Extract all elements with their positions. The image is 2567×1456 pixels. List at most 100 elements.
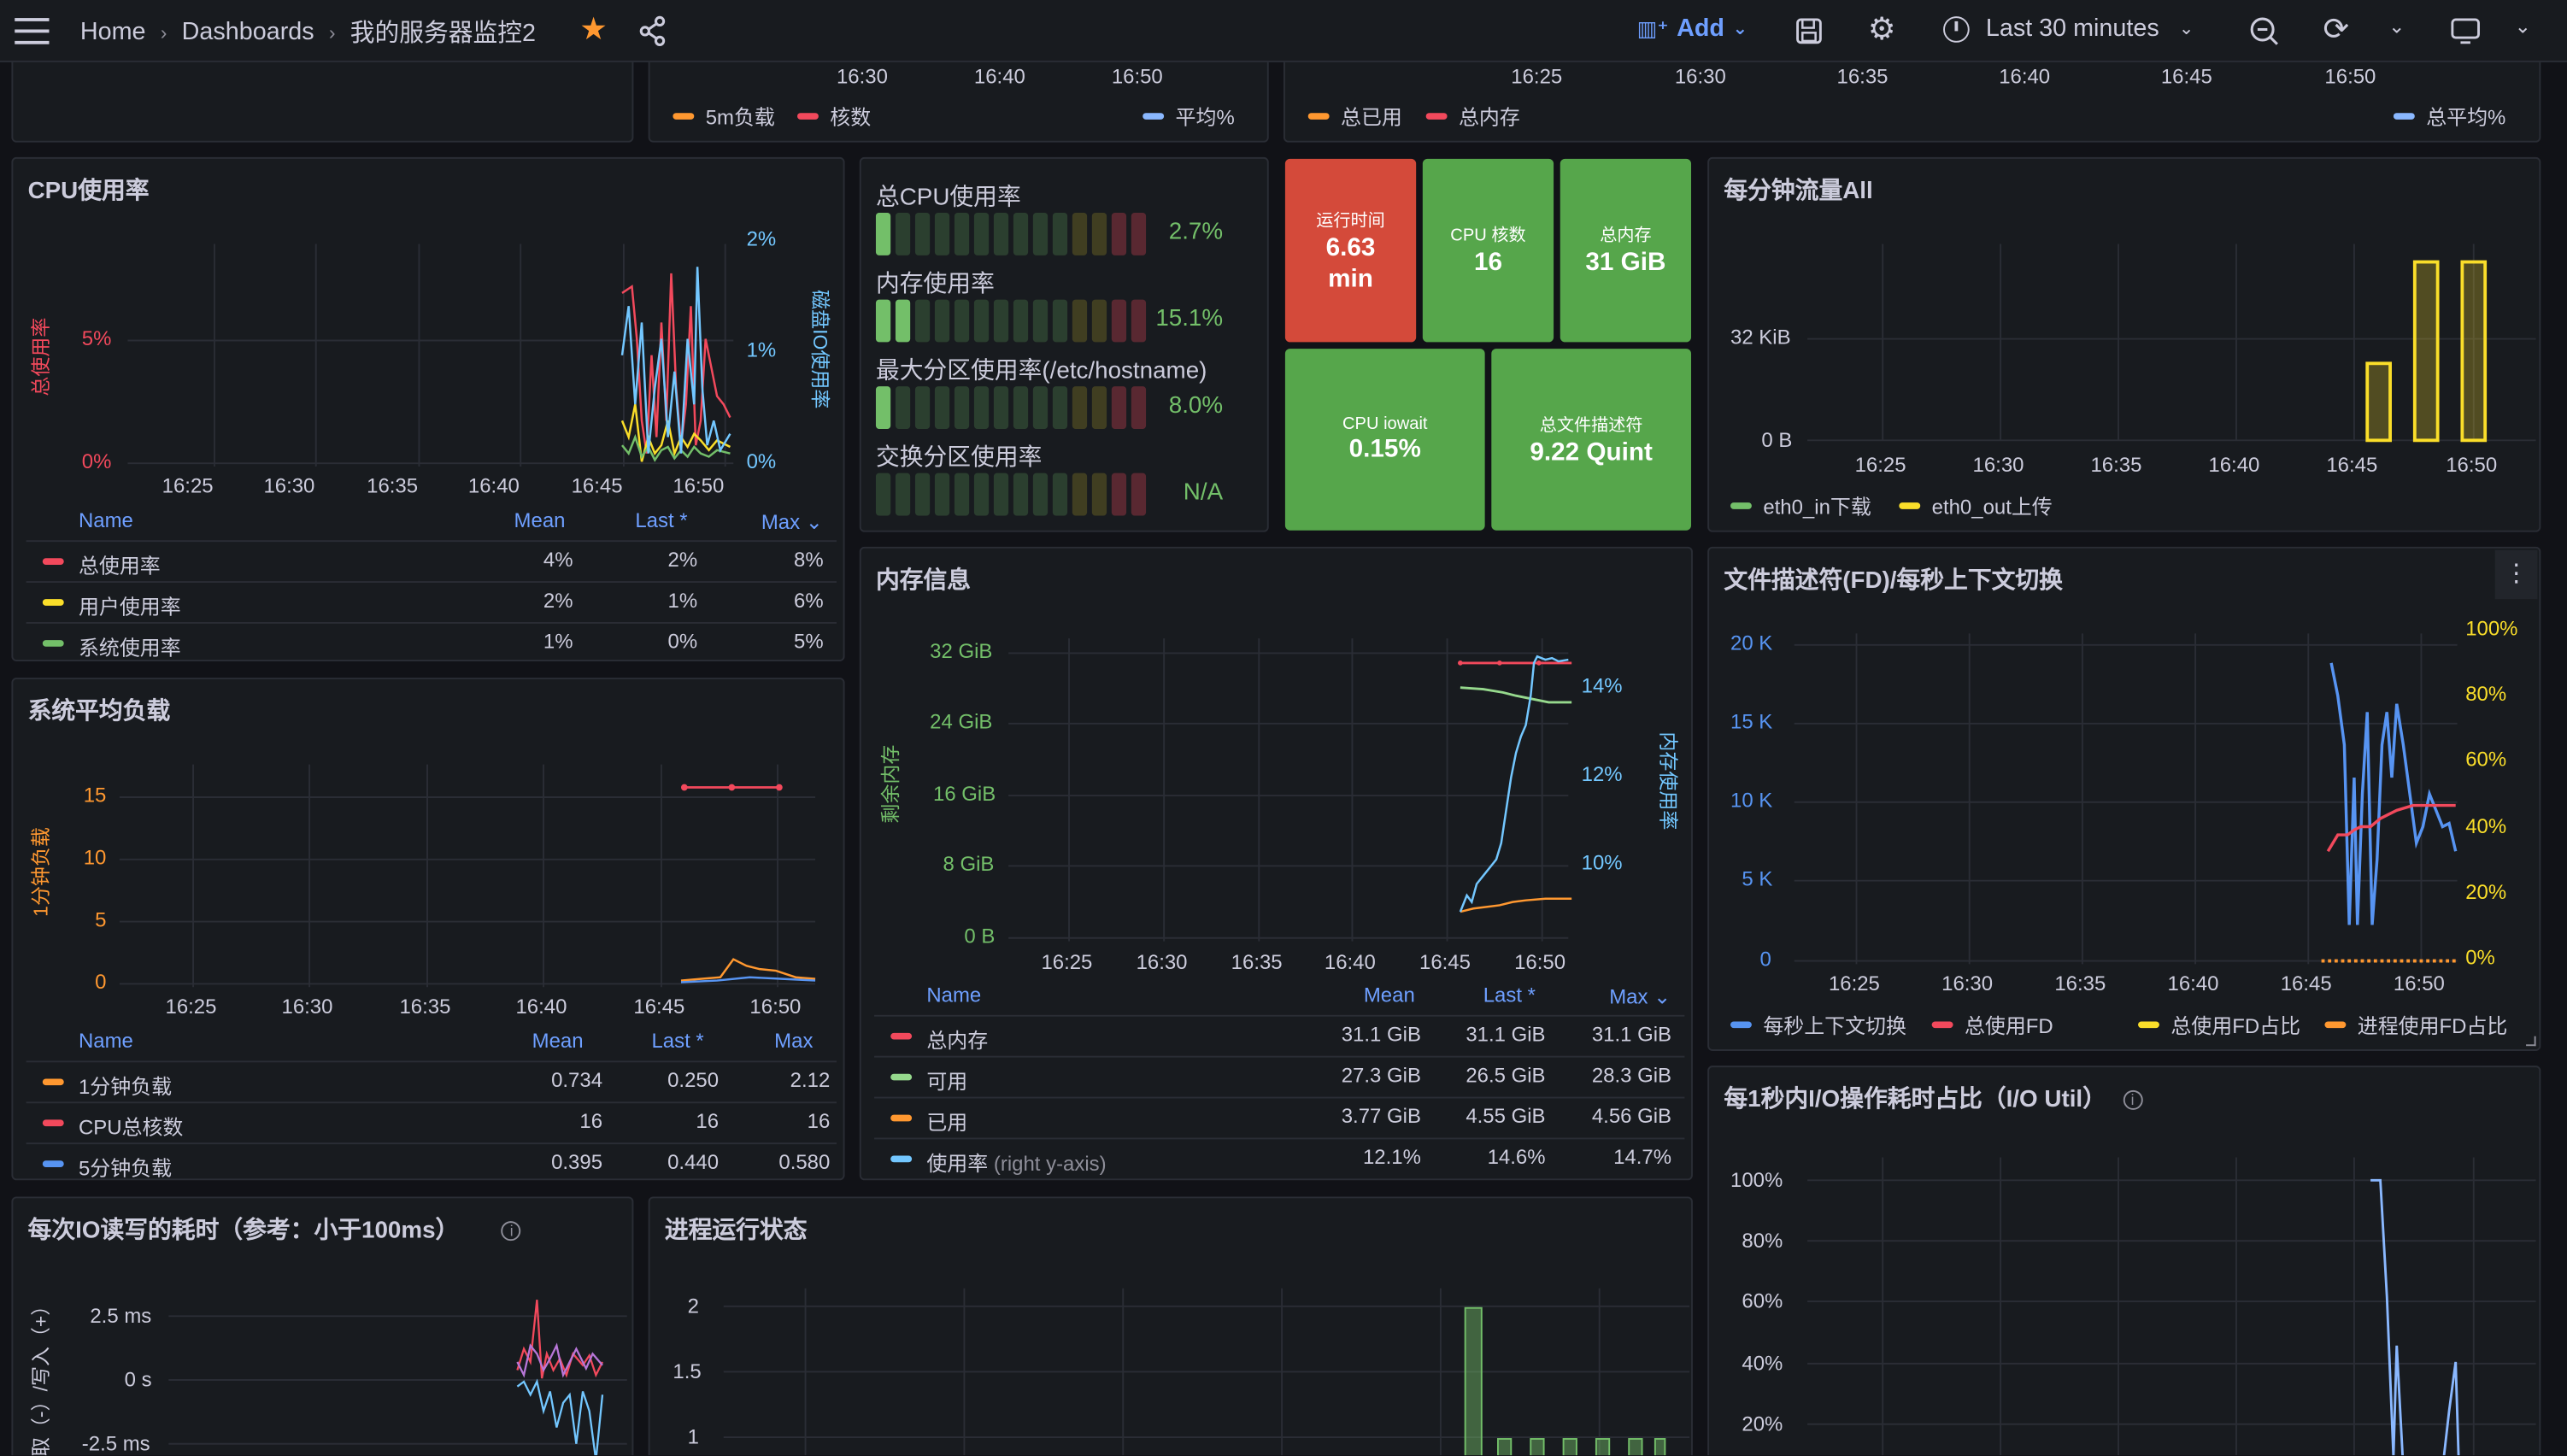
breadcrumb-home[interactable]: Home <box>80 18 146 46</box>
bargauge-cell <box>1091 473 1107 516</box>
panel-io-latency: 每次IO读写的耗时（参考：小于100ms） i 2.5 ms 0 s -2.5 m… <box>11 1196 634 1456</box>
y-tick: 2.5 ms <box>90 1304 152 1328</box>
legend-row[interactable]: 5分钟负载 0.395 0.440 0.580 <box>26 1142 837 1178</box>
legend-row[interactable]: 使用率 (right y-axis) 12.1% 14.6% 14.7% <box>874 1137 1685 1178</box>
breadcrumb-dashboards[interactable]: Dashboards <box>182 18 314 46</box>
bargauge-value: 15.1% <box>1155 306 1224 332</box>
resize-handle[interactable] <box>2526 1036 2536 1047</box>
zoom-out-icon[interactable] <box>2249 16 2278 45</box>
x-tick: 16:50 <box>1111 65 1163 89</box>
legend-header-mean[interactable]: Mean <box>532 1030 584 1053</box>
bargauge-value: 8.0% <box>1168 392 1224 420</box>
legend-row[interactable]: 用户使用率 2% 1% 6% <box>26 581 837 622</box>
legend-header-mean[interactable]: Mean <box>514 509 566 532</box>
stat-cpu-iowait[interactable]: CPU iowait 0.15% <box>1284 349 1485 531</box>
legend-item[interactable]: 总内存 <box>1425 100 1520 131</box>
bargauge-cell <box>954 213 970 255</box>
legend-item[interactable]: eth0_in下载 <box>1730 490 1871 520</box>
legend-header-last[interactable]: Last * <box>1483 983 1536 1007</box>
x-tick: 16:45 <box>571 474 623 498</box>
y-axis-label: 剩余内存 <box>878 744 902 824</box>
save-icon[interactable] <box>1796 18 1823 44</box>
y-tick: 12% <box>1581 762 1623 786</box>
bargauge-cell <box>1013 473 1029 516</box>
star-icon[interactable]: ★ <box>579 11 608 49</box>
traffic-bar <box>2412 260 2440 443</box>
legend-table: Name Mean Last * Max 1分钟负载 0.734 0.250 2… <box>26 1026 837 1178</box>
procs-bar <box>1530 1438 1545 1456</box>
x-tick: 16:35 <box>399 995 451 1019</box>
y-tick: 60% <box>1742 1289 1783 1313</box>
y-tick: 0 B <box>964 925 996 948</box>
y-axis-label: 总使用率 <box>29 317 53 396</box>
y-tick: 32 GiB <box>930 640 993 663</box>
legend-row[interactable]: 已用 3.77 GiB 4.55 GiB 4.56 GiB <box>874 1096 1685 1138</box>
legend-item[interactable]: 核数 <box>796 100 871 131</box>
legend-header-max[interactable]: Max <box>774 1030 813 1053</box>
x-tick: 16:30 <box>1972 453 2024 477</box>
series-line-write <box>516 1300 604 1379</box>
bargauge-cell <box>875 473 891 516</box>
y-tick: 0 <box>1759 948 1771 972</box>
view-chevron-icon[interactable]: ⌄ <box>2515 15 2531 38</box>
legend-row[interactable]: 总使用率 4% 2% 8% <box>26 540 837 581</box>
y-tick: 10% <box>1581 851 1623 875</box>
legend-header-name[interactable]: Name <box>926 983 981 1007</box>
legend-item[interactable]: 平均% <box>1143 100 1235 131</box>
legend-item[interactable]: 总已用 <box>1307 100 1402 131</box>
legend-header-mean[interactable]: Mean <box>1364 983 1415 1007</box>
legend-header-last[interactable]: Last * <box>635 509 687 532</box>
bargauge-cell <box>1052 386 1068 429</box>
x-tick: 16:40 <box>467 474 520 498</box>
menu-icon[interactable] <box>15 18 50 44</box>
legend-header-max[interactable]: Max ⌄ <box>1609 983 1671 1008</box>
stat-total-fd[interactable]: 总文件描述符 9.22 Quint <box>1491 349 1692 531</box>
refresh-interval-chevron-icon[interactable]: ⌄ <box>2388 15 2405 38</box>
time-picker[interactable]: Last 30 minutes ⌄ <box>1943 15 2194 43</box>
y-tick: 16 GiB <box>933 782 996 806</box>
gear-icon[interactable]: ⚙ <box>1868 11 1896 49</box>
share-icon[interactable] <box>638 15 667 47</box>
legend-header-name[interactable]: Name <box>79 1030 133 1053</box>
bargauge-cells <box>875 386 1147 429</box>
stat-uptime[interactable]: 运行时间 6.63 min <box>1284 158 1417 343</box>
bargauge-cell <box>1091 213 1107 255</box>
bargauge-cell <box>1032 386 1049 429</box>
bargauge-cell <box>1052 213 1068 255</box>
legend-item[interactable]: 总使用FD <box>1931 1008 2053 1039</box>
legend-item[interactable]: eth0_out上传 <box>1899 490 2053 520</box>
legend-item[interactable]: 5m负载 <box>673 100 775 131</box>
legend-item[interactable]: 总平均% <box>2393 100 2505 131</box>
x-tick: 16:40 <box>2208 453 2260 477</box>
legend-row[interactable]: 总内存 31.1 GiB 31.1 GiB 31.1 GiB <box>874 1014 1685 1056</box>
legend-header-max[interactable]: Max ⌄ <box>761 509 823 534</box>
stat-total-memory[interactable]: 总内存 31 GiB <box>1560 158 1692 343</box>
legend-item[interactable]: 总使用FD占比 <box>2138 1008 2300 1039</box>
bargauge-cell <box>1072 299 1088 343</box>
bargauge-cell <box>993 386 1009 429</box>
tv-mode-icon[interactable] <box>2451 18 2480 44</box>
legend-row[interactable]: CPU总核数 16 16 16 <box>26 1101 837 1142</box>
chevron-right-icon: › <box>328 20 336 44</box>
y-tick: 20% <box>1742 1412 1783 1436</box>
bargauge-cell <box>1032 473 1049 516</box>
data-point <box>1536 660 1542 666</box>
y-axis-label: 读取（-）/写入（+） <box>29 1295 53 1456</box>
x-tick: 16:50 <box>2393 972 2445 995</box>
procs-chart <box>723 1288 1690 1456</box>
legend-header-last[interactable]: Last * <box>651 1030 703 1053</box>
bargauge-cell <box>934 386 950 429</box>
legend-row[interactable]: 1分钟负载 0.734 0.250 2.12 <box>26 1060 837 1101</box>
legend-item[interactable]: 每秒上下文切换 <box>1730 1008 1906 1039</box>
bargauge-cell <box>1013 386 1029 429</box>
stat-cpu-cores[interactable]: CPU 核数 16 <box>1422 158 1554 343</box>
panel-io-util: 每1秒内I/O操作耗时占比（I/O Util） i 100% 80% 60% 40… <box>1707 1066 2541 1456</box>
y-tick: 20 K <box>1730 631 1773 655</box>
legend-row[interactable]: 可用 27.3 GiB 26.5 GiB 28.3 GiB <box>874 1055 1685 1097</box>
add-button[interactable]: ▥⁺ Add ⌄ <box>1637 15 1748 43</box>
legend-row[interactable]: 系统使用率 1% 0% 5% <box>26 622 837 660</box>
legend-header-name[interactable]: Name <box>79 509 133 532</box>
y-tick: 80% <box>2465 682 2507 706</box>
legend-item[interactable]: 进程使用FD占比 <box>2324 1008 2507 1039</box>
refresh-icon[interactable]: ⟳ <box>2323 11 2350 49</box>
